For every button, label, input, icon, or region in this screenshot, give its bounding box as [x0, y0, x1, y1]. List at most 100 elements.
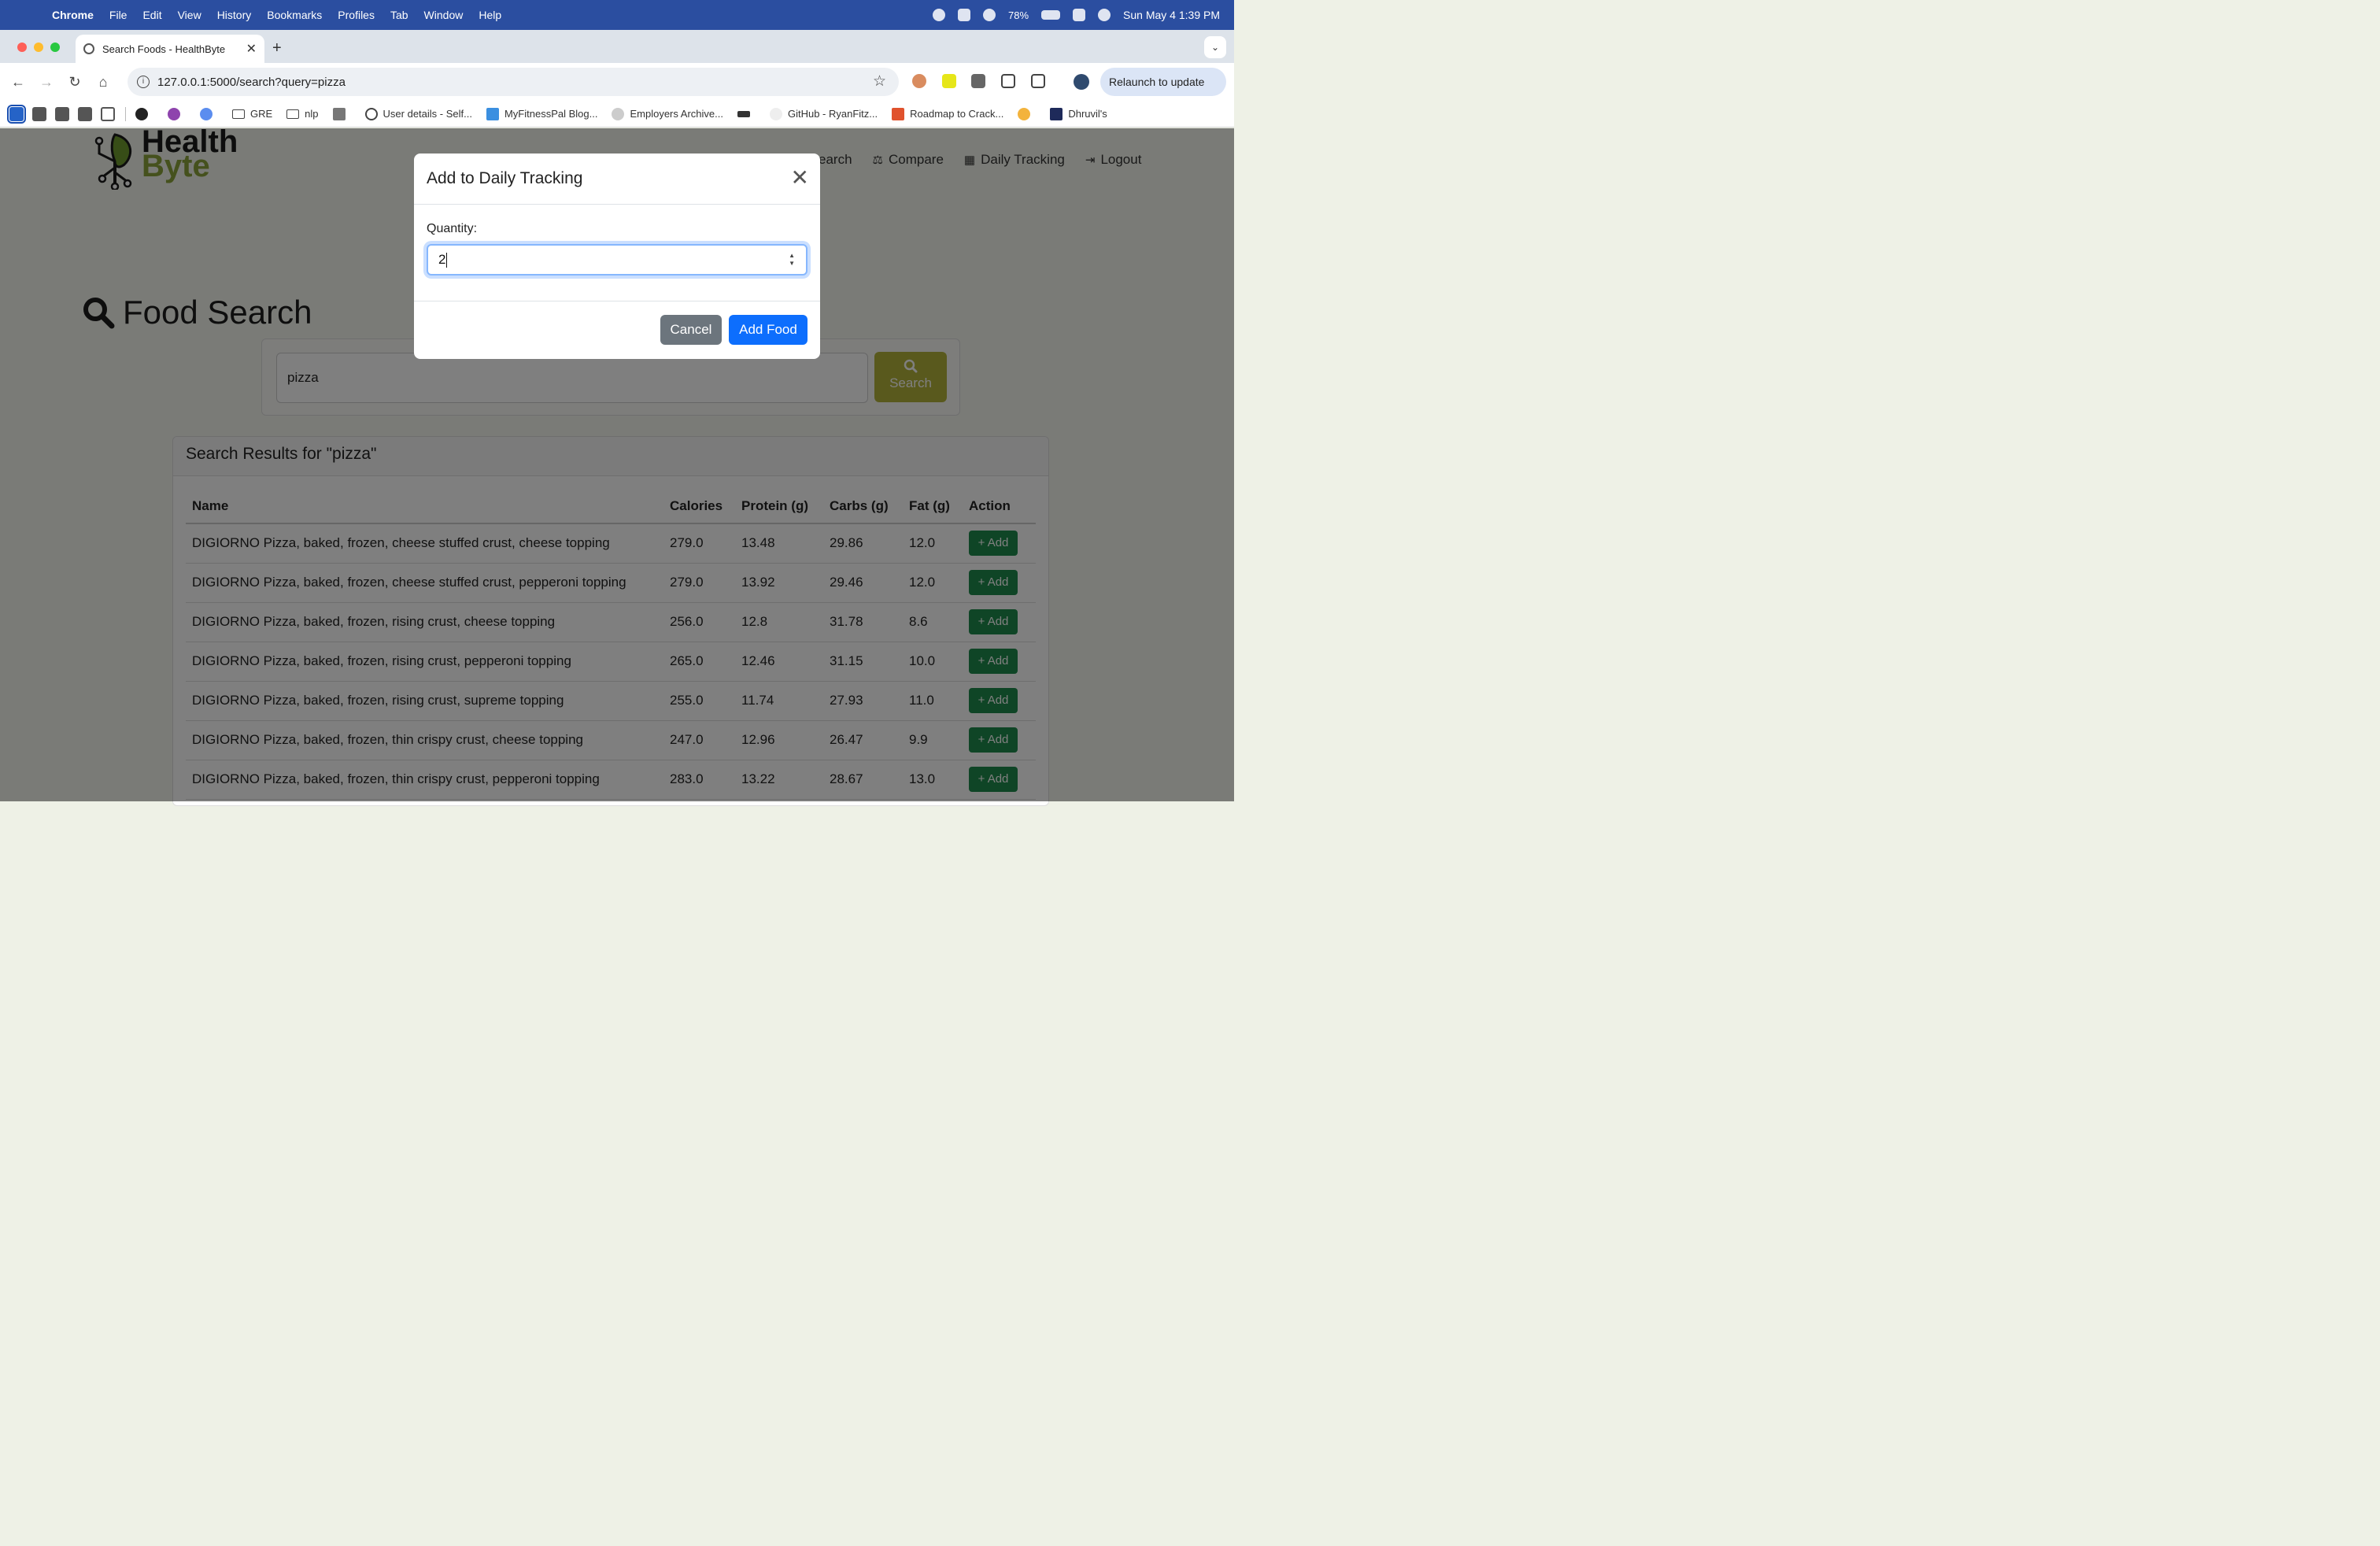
bookmarks-divider — [125, 106, 126, 121]
menu-file[interactable]: File — [102, 9, 135, 21]
apps-grid-icon[interactable] — [101, 106, 115, 121]
reload-icon[interactable]: ↻ — [61, 74, 89, 91]
quantity-label: Quantity: — [427, 222, 478, 235]
menu-edit[interactable]: Edit — [135, 9, 169, 21]
bookmark-app-icon[interactable] — [55, 106, 69, 121]
tab-title: Search Foods - HealthByte — [102, 43, 226, 55]
folder-icon — [286, 109, 300, 119]
vpn-icon[interactable] — [983, 9, 996, 21]
sk-icon — [135, 107, 148, 120]
menu-tab[interactable]: Tab — [382, 9, 416, 21]
tab-search-chevron-icon[interactable]: ⌄ — [1204, 36, 1226, 58]
bookmark-github[interactable]: GitHub - RyanFitz... — [769, 107, 878, 120]
bookmark-star-icon[interactable]: ☆ — [873, 72, 886, 91]
extension-avatar-icon[interactable] — [912, 74, 926, 88]
focus-icon[interactable] — [933, 9, 946, 21]
tab-close-icon[interactable]: ✕ — [246, 41, 257, 57]
minimize-window-icon[interactable] — [34, 43, 43, 52]
bookmark-image[interactable] — [332, 107, 351, 120]
u-icon — [168, 107, 180, 120]
menu-window[interactable]: Window — [416, 9, 471, 21]
add-food-submit-button[interactable]: Add Food — [729, 315, 808, 345]
dj-icon — [1050, 107, 1063, 120]
extension-puzzle-icon[interactable] — [971, 74, 985, 88]
bookmark-user-details[interactable]: User details - Self... — [364, 107, 472, 120]
bookmark-u[interactable] — [168, 107, 186, 120]
bookmark-label: GRE — [250, 108, 273, 120]
menu-bookmarks[interactable]: Bookmarks — [259, 9, 330, 21]
globe-icon — [83, 43, 94, 54]
control-center-icon[interactable] — [1073, 9, 1086, 21]
extensions-icon[interactable] — [1031, 74, 1045, 88]
bookmark-roadmap[interactable]: Roadmap to Crack... — [892, 107, 1004, 120]
github-icon — [769, 107, 782, 120]
bookmarks-bar: GRE nlp User details - Self... MyFitness… — [0, 101, 1234, 128]
address-bar[interactable]: i 127.0.0.1:5000/search?query=pizza ☆ — [128, 68, 899, 96]
new-tab-icon[interactable]: + — [272, 39, 282, 57]
bookmark-folder-nlp[interactable]: nlp — [286, 108, 319, 120]
bookmark-dark[interactable] — [737, 110, 756, 117]
menu-app-name[interactable]: Chrome — [44, 9, 102, 21]
myfitnesspal-icon — [486, 107, 499, 120]
close-window-icon[interactable] — [17, 43, 27, 52]
profile-avatar-icon[interactable] — [1074, 74, 1089, 90]
globe-icon — [364, 107, 378, 120]
menu-datetime[interactable]: Sun May 4 1:39 PM — [1123, 9, 1220, 21]
modal-title: Add to Daily Tracking — [427, 169, 583, 187]
bookmark-employers-archive[interactable]: Employers Archive... — [612, 107, 723, 120]
extension-sparkle-icon[interactable] — [942, 74, 956, 88]
quantity-stepper[interactable]: 2 ▲ ▼ — [427, 244, 808, 276]
menu-history[interactable]: History — [209, 9, 260, 21]
home-icon[interactable]: ⌂ — [89, 74, 117, 91]
bookmark-app-icon[interactable] — [7, 104, 26, 124]
site-info-icon[interactable]: i — [137, 76, 150, 88]
close-icon[interactable]: ✕ — [791, 167, 809, 189]
modal-header: Add to Daily Tracking ✕ — [414, 153, 820, 205]
bookmark-w[interactable] — [1018, 107, 1036, 120]
bookmark-app-icon[interactable] — [32, 106, 46, 121]
cast-icon[interactable] — [1001, 74, 1015, 88]
battery-percent: 78% — [1008, 9, 1029, 21]
text-cursor — [446, 253, 448, 268]
bookmark-dhruvil[interactable]: Dhruvil's — [1050, 107, 1107, 120]
active-tab[interactable]: Search Foods - HealthByte ✕ — [76, 35, 264, 63]
bookmark-label: GitHub - RyanFitz... — [787, 108, 878, 120]
url-text[interactable]: 127.0.0.1:5000/search?query=pizza — [157, 76, 346, 89]
bookmark-jp[interactable] — [200, 107, 218, 120]
bookmark-label: Roadmap to Crack... — [910, 108, 1004, 120]
browser-toolbar: ← → ↻ ⌂ i 127.0.0.1:5000/search?query=pi… — [0, 63, 1234, 101]
modal-body: Quantity: 2 ▲ ▼ — [414, 205, 820, 301]
macos-menu-bar: Chrome File Edit View History Bookmarks … — [0, 0, 1234, 30]
add-to-tracking-modal: Add to Daily Tracking ✕ Quantity: 2 ▲ ▼ C… — [414, 153, 820, 359]
bookmark-label: Employers Archive... — [630, 108, 723, 120]
w-icon — [1018, 107, 1031, 120]
relaunch-button[interactable]: Relaunch to update ⋮ — [1100, 68, 1226, 117]
dark-icon — [737, 110, 750, 117]
window-controls — [17, 43, 60, 52]
siri-icon[interactable] — [1098, 9, 1111, 21]
bookmark-sk[interactable] — [135, 107, 153, 120]
bookmark-app-icon[interactable] — [78, 106, 92, 121]
cancel-button[interactable]: Cancel — [660, 315, 722, 345]
phone-icon[interactable] — [958, 9, 971, 21]
bookmark-label: MyFitnessPal Blog... — [504, 108, 598, 120]
fa-icon — [612, 107, 625, 120]
zoom-window-icon[interactable] — [50, 43, 60, 52]
bookmark-label: nlp — [305, 108, 319, 120]
stepper-arrows-icon[interactable]: ▲ ▼ — [789, 252, 795, 268]
image-icon — [332, 107, 346, 120]
folder-icon — [232, 109, 245, 119]
roadmap-icon — [892, 107, 905, 120]
menu-view[interactable]: View — [170, 9, 209, 21]
menu-help[interactable]: Help — [471, 9, 509, 21]
back-icon[interactable]: ← — [4, 74, 32, 91]
battery-icon[interactable] — [1041, 10, 1061, 20]
forward-icon[interactable]: → — [32, 74, 61, 91]
quantity-value: 2 — [438, 252, 446, 267]
bookmark-folder-gre[interactable]: GRE — [232, 108, 272, 120]
bookmark-label: User details - Self... — [382, 108, 472, 120]
jp-icon — [200, 107, 213, 120]
relaunch-label: Relaunch to update — [1109, 76, 1205, 88]
bookmark-myfitnesspal[interactable]: MyFitnessPal Blog... — [486, 107, 598, 120]
menu-profiles[interactable]: Profiles — [330, 9, 382, 21]
